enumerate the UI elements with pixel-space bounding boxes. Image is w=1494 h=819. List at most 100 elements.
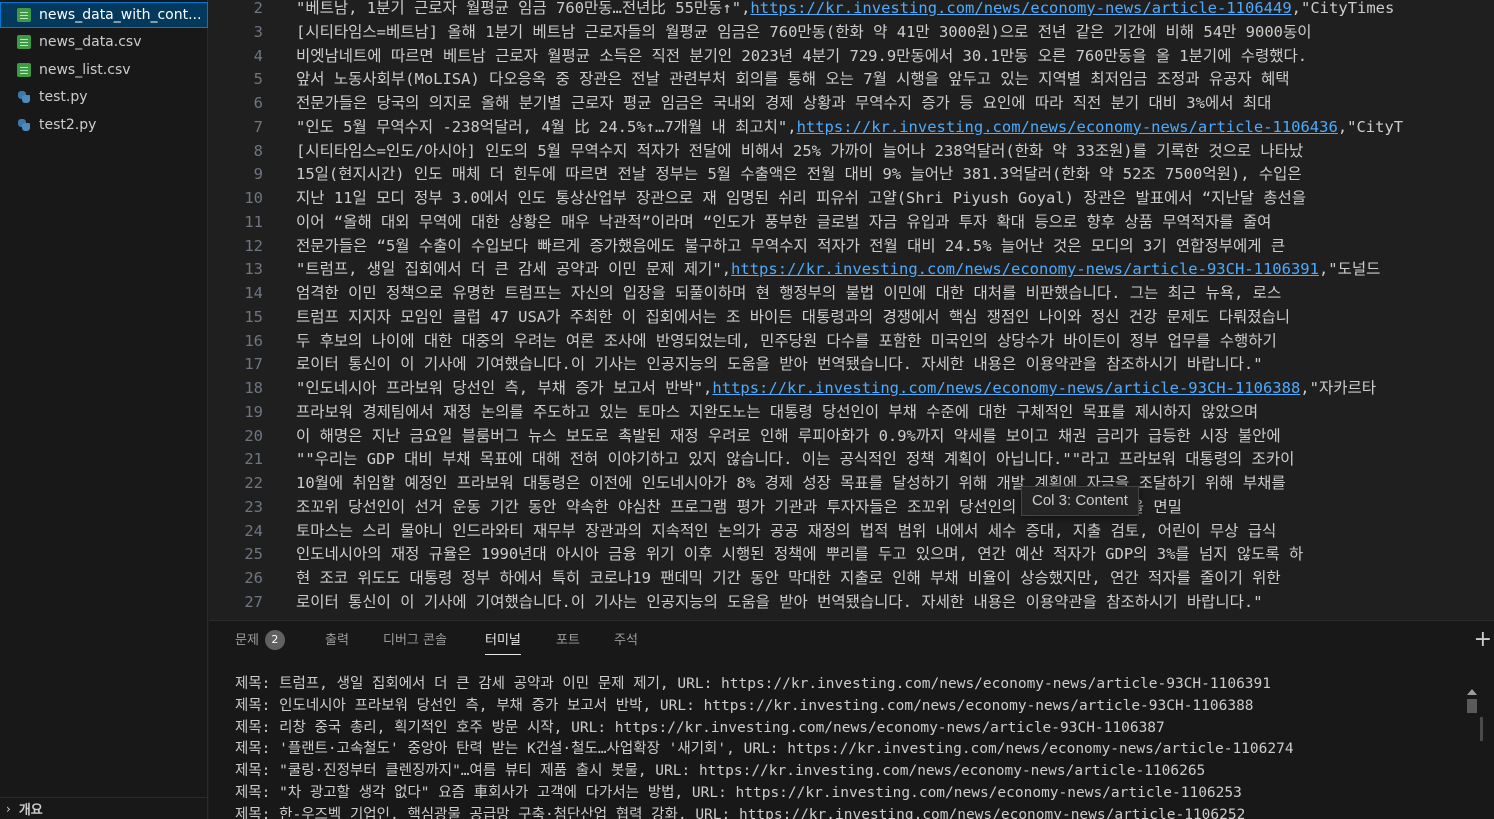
line-content[interactable]: 인도네시아의 재정 규율은 1990년대 아시아 금융 위기 이후 시행된 정책… — [296, 543, 1303, 567]
line-number: 4 — [253, 46, 263, 65]
url-link[interactable]: https://kr.investing.com/news/economy-ne… — [750, 0, 1291, 17]
line-content[interactable]: [시티타임스=인도/아시아] 인도의 5월 무역수지 적자가 전달에 비해서 2… — [296, 140, 1303, 164]
editor-line: 2 "베트남, 1분기 근로자 월평균 임금 760만동…전년比 55만동↑",h… — [209, 0, 1494, 21]
url-link[interactable]: https://kr.investing.com/news/economy-ne… — [731, 260, 1319, 278]
line-content[interactable]: 로이터 통신이 이 기사에 기여했습니다.이 기사는 인공지능의 도움을 받아 … — [296, 353, 1263, 377]
code-text: 비엣남네트에 따르면 베트남 근로자 월평균 소득은 직전 분기인 2023년 … — [296, 46, 1308, 65]
editor-line: 21 ""우리는 GDP 대비 부채 목표에 대해 전혀 이야기하고 있지 않습니… — [209, 448, 1494, 472]
line-content[interactable]: "트럼프, 생일 집회에서 더 큰 감세 공약과 이민 문제 제기",https… — [296, 258, 1380, 282]
code-text: "인도네시아 프라보워 당선인 측, 부채 증가 보고서 반박", — [296, 379, 713, 397]
file-item-news-list-csv[interactable]: news_list.csv — [0, 57, 208, 83]
editor-line: 26 현 조코 위도도 대통령 정부 하에서 특히 코로나19 팬데믹 기간 동안… — [209, 567, 1494, 591]
line-content[interactable]: 전문가들은 당국의 의지로 올해 분기별 근로자 평균 임금은 국내외 경제 상… — [296, 92, 1271, 116]
line-number: 14 — [244, 284, 263, 302]
scroll-up-arrow-icon[interactable] — [1467, 689, 1477, 695]
panel-tab[interactable]: 문제 2 — [235, 621, 285, 661]
file-item-test-py[interactable]: test.py — [0, 84, 208, 110]
panel-tab-label: 터미널 — [485, 633, 521, 648]
code-text: [시티타임스=베트남] 올해 1분기 베트남 근로자들의 월평균 임금은 760… — [296, 22, 1312, 41]
line-content[interactable]: "베트남, 1분기 근로자 월평균 임금 760만동…전년比 55만동↑",ht… — [296, 0, 1394, 21]
line-content[interactable]: 앞서 노동사회부(MoLISA) 다오응옥 중 장관은 전날 관련부처 회의를 … — [296, 68, 1289, 92]
terminal-line: 제목: 트럼프, 생일 집회에서 더 큰 감세 공약과 이민 문제 제기, UR… — [235, 676, 1271, 692]
file-name-label: news_data_with_cont... — [39, 7, 202, 23]
line-number: 19 — [244, 402, 263, 421]
file-item-test2-py[interactable]: test2.py — [0, 112, 208, 138]
line-number: 25 — [244, 545, 263, 564]
code-text: "트럼프, 생일 집회에서 더 큰 감세 공약과 이민 문제 제기", — [296, 260, 732, 279]
file-name-label: test.py — [39, 89, 88, 105]
python-file-icon — [17, 90, 31, 104]
editor-line: 17 로이터 통신이 이 기사에 기여했습니다.이 기사는 인공지능의 도움을 받… — [209, 353, 1494, 377]
code-text: 토마스는 스리 물야니 인드라와티 재무부 장관과의 지속적인 논의가 공공 재… — [296, 521, 1277, 540]
panel-tab[interactable]: 디버그 콘솔 — [383, 621, 447, 661]
line-content[interactable]: "인도 5월 무역수지 -238억달러, 4월 比 24.5%↑…7개월 내 최… — [296, 116, 1403, 140]
panel-tab[interactable]: 터미널 — [485, 621, 521, 661]
code-text: 프라보워 경제팀에서 재정 논의를 주도하고 있는 토마스 지완도노는 대통령 … — [296, 402, 1268, 421]
outline-section-header[interactable]: › 개요 — [0, 797, 208, 819]
line-content[interactable]: 토마스는 스리 물야니 인드라와티 재무부 장관과의 지속적인 논의가 공공 재… — [296, 520, 1276, 544]
code-text: 전문가들은 당국의 의지로 올해 분기별 근로자 평균 임금은 국내외 경제 상… — [296, 94, 1272, 112]
editor-line: 5 앞서 노동사회부(MoLISA) 다오응옥 중 장관은 전날 관련부처 회의를… — [209, 68, 1494, 92]
line-number: 27 — [244, 592, 263, 611]
line-content[interactable]: 엄격한 이민 정책으로 유명한 트럼프는 자신의 입장을 되풀이하며 현 행정부… — [296, 282, 1281, 306]
code-text: 이 해명은 지난 금요일 블룸버그 뉴스 보도로 촉발된 재정 우려로 인해 루… — [296, 426, 1281, 445]
panel-tab[interactable]: 출력 — [325, 621, 349, 661]
editor-line: 9 15일(현지시간) 인도 매체 더 힌두에 따르면 전날 정부는 5월 수출액… — [209, 163, 1494, 187]
line-content[interactable]: 전문가들은 “5월 수출이 수입보다 빠르게 증가했음에도 불구하고 무역수지 … — [296, 235, 1285, 259]
line-content[interactable]: 두 후보의 나이에 대한 대중의 우려는 여론 조사에 반영되었는데, 민주당원… — [296, 330, 1277, 354]
code-text: [시티타임스=인도/아시아] 인도의 5월 무역수지 적자가 전달에 비해서 2… — [296, 141, 1304, 160]
line-content[interactable]: 15일(현지시간) 인도 매체 더 힌두에 따르면 전날 정부는 5월 수출액은… — [296, 163, 1302, 187]
line-content[interactable]: 로이터 통신이 이 기사에 기여했습니다.이 기사는 인공지능의 도움을 받아 … — [296, 591, 1263, 615]
editor-line: 25 인도네시아의 재정 규율은 1990년대 아시아 금융 위기 이후 시행된 … — [209, 543, 1494, 567]
editor-line: 14 엄격한 이민 정책으로 유명한 트럼프는 자신의 입장을 되풀이하며 현 행… — [209, 282, 1494, 306]
code-text: 트럼프 지지자 모임인 클럽 47 USA가 주최한 이 집회에서는 조 바이든… — [296, 307, 1291, 326]
line-number: 24 — [244, 521, 263, 540]
new-terminal-button[interactable]: + — [1474, 629, 1492, 651]
line-content[interactable]: 이어 “올해 대외 무역에 대한 상황은 매우 낙관적”이라며 “인도가 풍부한… — [296, 211, 1271, 235]
editor-line: 6 전문가들은 당국의 의지로 올해 분기별 근로자 평균 임금은 국내외 경제 … — [209, 92, 1494, 116]
code-text: 현 조코 위도도 대통령 정부 하에서 특히 코로나19 팬데믹 기간 동안 막… — [296, 569, 1281, 587]
line-content[interactable]: ""우리는 GDP 대비 부채 목표에 대해 전혀 이야기하고 있지 않습니다.… — [296, 448, 1294, 472]
chevron-right-icon: › — [6, 801, 11, 816]
csv-file-icon — [17, 63, 31, 77]
code-text: ,"CityT — [1337, 117, 1404, 136]
line-number: 22 — [244, 474, 263, 492]
code-text: "베트남, 1분기 근로자 월평균 임금 760만동…전년比 55만동↑", — [296, 0, 751, 17]
line-content[interactable]: "인도네시아 프라보워 당선인 측, 부채 증가 보고서 반박",https:/… — [296, 377, 1376, 401]
terminal-scrollbar-thumb[interactable] — [1467, 699, 1477, 713]
panel-tab-label: 포트 — [556, 633, 580, 648]
editor-line: 27 로이터 통신이 이 기사에 기여했습니다.이 기사는 인공지능의 도움을 받… — [209, 591, 1494, 615]
line-content[interactable]: 이 해명은 지난 금요일 블룸버그 뉴스 보도로 촉발된 재정 우려로 인해 루… — [296, 425, 1281, 449]
editor-line: 13 "트럼프, 생일 집회에서 더 큰 감세 공약과 이민 문제 제기",htt… — [209, 258, 1494, 282]
line-content[interactable]: 비엣남네트에 따르면 베트남 근로자 월평균 소득은 직전 분기인 2023년 … — [296, 45, 1307, 69]
file-item-news-data-csv[interactable]: news_data.csv — [0, 29, 208, 55]
line-number: 12 — [244, 236, 263, 255]
line-number: 2 — [253, 0, 263, 17]
line-content[interactable]: 현 조코 위도도 대통령 정부 하에서 특히 코로나19 팬데믹 기간 동안 막… — [296, 567, 1281, 591]
panel-tab[interactable]: 주석 — [614, 621, 638, 661]
csv-file-icon — [17, 8, 31, 22]
editor-line: 10 지난 11일 모디 정부 3.0에서 인도 통상산업부 장관으로 재 임명된… — [209, 187, 1494, 211]
editor-line: 22 10월에 취임할 예정인 프라보워 대통령은 이전에 인도네시아가 8% 경… — [209, 472, 1494, 496]
code-editor[interactable]: 2 "베트남, 1분기 근로자 월평균 임금 760만동…전년比 55만동↑",h… — [209, 0, 1494, 620]
line-content[interactable]: [시티타임스=베트남] 올해 1분기 베트남 근로자들의 월평균 임금은 760… — [296, 21, 1312, 45]
url-link[interactable]: https://kr.investing.com/news/economy-ne… — [712, 379, 1300, 397]
editor-line: 18 "인도네시아 프라보워 당선인 측, 부채 증가 보고서 반박",https… — [209, 377, 1494, 401]
line-number: 15 — [244, 307, 263, 326]
panel-tab-bar: 문제 2 출력 디버그 콘솔 터미널 포트 주석 — [209, 621, 1494, 661]
line-number: 9 — [253, 165, 263, 184]
terminal-line: 제목: "차 광고할 생각 없다" 요즘 車회사가 고객에 다가서는 방법, U… — [235, 785, 1242, 801]
panel-tab-label: 주석 — [614, 633, 638, 648]
editor-line: 8 [시티타임스=인도/아시아] 인도의 5월 무역수지 적자가 전달에 비해서 … — [209, 140, 1494, 164]
line-content[interactable]: 프라보워 경제팀에서 재정 논의를 주도하고 있는 토마스 지완도노는 대통령 … — [296, 401, 1267, 425]
code-text: 지난 11일 모디 정부 3.0에서 인도 통상산업부 장관으로 재 임명된 쉬… — [296, 189, 1307, 207]
file-item-news-data-with-content-csv[interactable]: news_data_with_cont... — [0, 2, 208, 28]
url-link[interactable]: https://kr.investing.com/news/economy-ne… — [797, 118, 1338, 136]
line-content[interactable]: 지난 11일 모디 정부 3.0에서 인도 통상산업부 장관으로 재 임명된 쉬… — [296, 187, 1306, 211]
code-text: 이어 “올해 대외 무역에 대한 상황은 매우 낙관적”이라며 “인도가 풍부한… — [296, 212, 1272, 231]
line-number: 17 — [244, 355, 263, 374]
terminal-output[interactable]: 제목: 트럼프, 생일 집회에서 더 큰 감세 공약과 이민 문제 제기, UR… — [209, 671, 1494, 819]
line-content[interactable]: 트럼프 지지자 모임인 클럽 47 USA가 주최한 이 집회에서는 조 바이든… — [296, 306, 1290, 330]
panel-tab[interactable]: 포트 — [556, 621, 580, 661]
code-text: 엄격한 이민 정책으로 유명한 트럼프는 자신의 입장을 되풀이하며 현 행정부… — [296, 284, 1282, 302]
